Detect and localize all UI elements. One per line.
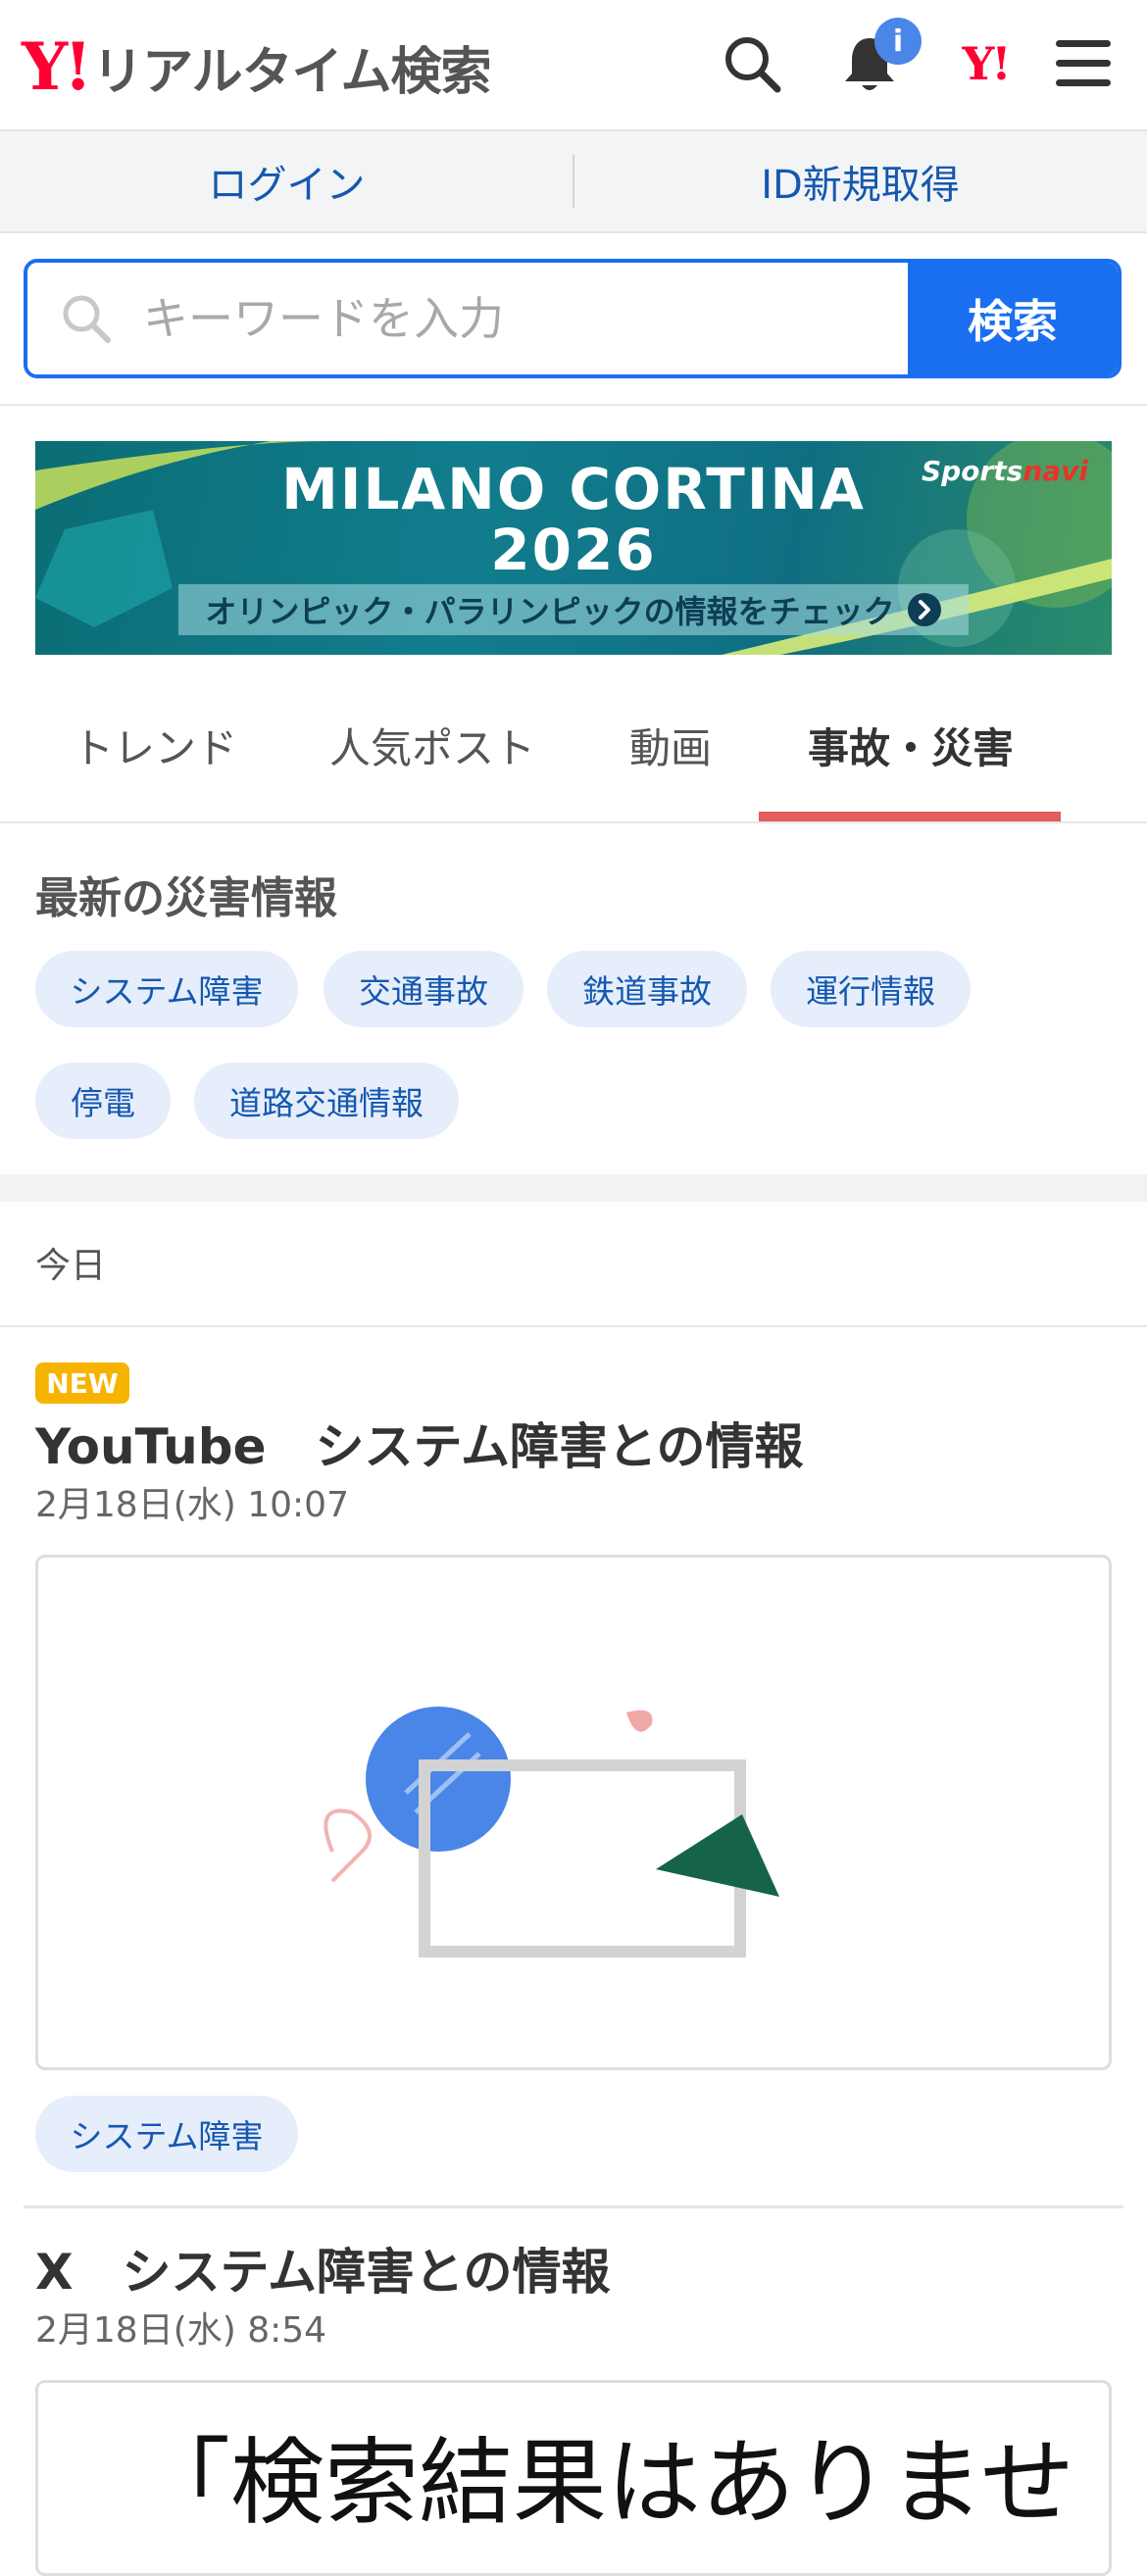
tab-video[interactable]: 動画 [629,716,712,775]
signup-link[interactable]: ID新規取得 [574,153,1147,210]
thumbnail-text: 「検索結果はありませ [136,2428,1075,2538]
chip-railway-accident[interactable]: 鉄道事故 [547,951,747,1027]
login-bar-divider [573,155,574,208]
notification-bell-icon[interactable]: i [835,18,922,98]
article-date: 2月18日(水) 8:54 [35,2310,327,2351]
yahoo-mini-logo: Y! [962,37,1011,90]
olympics-banner[interactable]: MILANO CORTINA 2026 Sportsnavi オリンピック・パラ… [35,441,1112,655]
site-title: リアルタイム検索 [92,42,491,102]
article-date: 2月18日(水) 10:07 [35,1485,349,1525]
banner-subtitle: オリンピック・パラリンピックの情報をチェック [178,584,969,635]
chip-system-failure[interactable]: システム障害 [35,951,298,1027]
yahoo-home-icon[interactable]: Y! [951,29,1020,98]
no-image-illustration [324,1707,779,1957]
search-divider [0,404,1147,406]
login-link[interactable]: ログイン [0,153,574,210]
section-separator [0,1174,1147,1202]
section-title: 最新の災害情報 [35,873,337,923]
article-separator [24,2205,1123,2208]
chip-road-traffic-info[interactable]: 道路交通情報 [194,1063,459,1139]
sportsnavi-logo: Sportsnavi [922,455,1088,487]
tab-trend[interactable]: トレンド [73,716,237,775]
search-field [27,263,908,374]
brand-suffix: navi [1022,455,1088,487]
tab-accident-disaster[interactable]: 事故・災害 [808,716,1014,775]
search-input[interactable] [141,291,908,346]
new-badge: NEW [35,1362,129,1404]
yahoo-logo-mark: Y! [22,28,92,105]
date-group-label: 今日 [35,1246,107,1286]
banner-title-line2: 2026 [490,517,657,583]
chip-traffic-accident[interactable]: 交通事故 [324,951,524,1027]
article-thumbnail[interactable] [35,1555,1112,2070]
article-tag-system-failure[interactable]: システム障害 [35,2096,298,2172]
site-logo[interactable]: Y! リアルタイム検索 [22,27,492,106]
app-header: Y! リアルタイム検索 i Y! [0,0,1147,131]
search-form: 検索 [24,259,1122,378]
tab-popular-posts[interactable]: 人気ポスト [329,716,535,775]
active-tab-indicator [759,812,1061,821]
search-icon[interactable] [718,29,786,98]
menu-icon[interactable] [1049,29,1118,98]
article-title[interactable]: X システム障害との情報 [35,2233,611,2304]
login-bar: ログイン ID新規取得 [0,131,1147,233]
date-group-divider [0,1325,1147,1327]
chip-service-info[interactable]: 運行情報 [771,951,971,1027]
notification-badge: i [874,18,922,65]
search-button[interactable]: 検索 [908,263,1118,374]
chevron-right-icon [907,592,942,627]
chip-power-outage[interactable]: 停電 [35,1063,171,1139]
category-tabs: トレンド 人気ポスト 動画 事故・災害 [0,686,1147,823]
banner-subtitle-text: オリンピック・パラリンピックの情報をチェック [205,593,895,630]
search-field-icon [59,291,114,346]
brand-prefix: Sports [922,455,1023,487]
article-title[interactable]: YouTube システム障害との情報 [35,1408,803,1478]
article-thumbnail[interactable]: 「検索結果はありませ [35,2380,1112,2576]
